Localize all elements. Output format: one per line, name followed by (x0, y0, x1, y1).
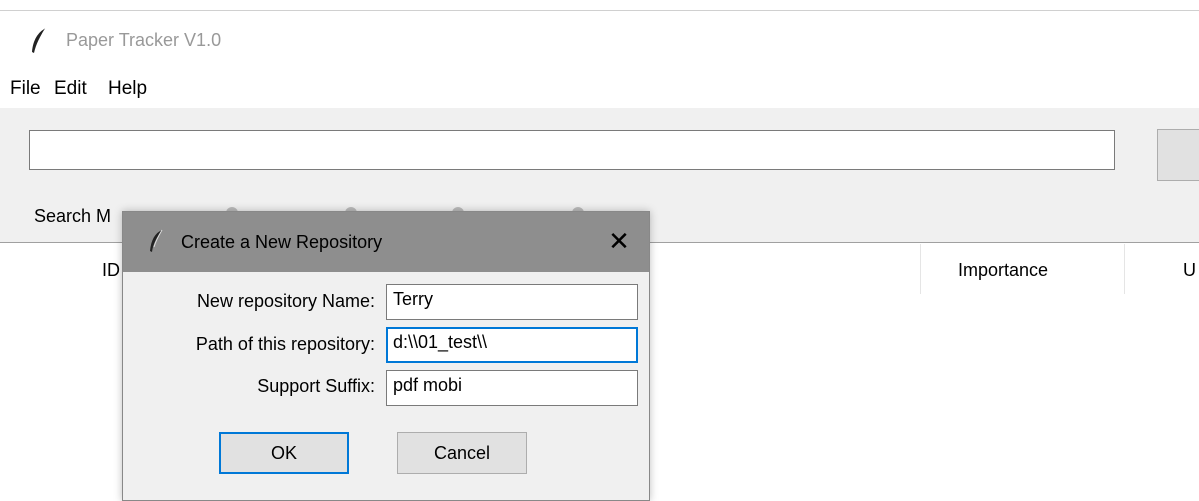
search-input[interactable] (29, 130, 1115, 170)
column-separator[interactable] (920, 244, 921, 294)
dialog-title: Create a New Repository (181, 232, 383, 252)
repo-path-field[interactable]: d:\\01_test\\ (386, 327, 638, 363)
column-header-importance[interactable]: Importance (958, 260, 1048, 281)
menu-file[interactable]: File (10, 78, 41, 100)
menu-bar (0, 70, 1199, 108)
cancel-button[interactable]: Cancel (397, 432, 527, 474)
repo-path-label: Path of this repository: (195, 334, 375, 354)
search-button[interactable] (1157, 129, 1199, 181)
repo-name-field[interactable]: Terry (386, 284, 638, 320)
search-mode-label: Search M (34, 206, 112, 226)
window-title: Paper Tracker V1.0 (66, 30, 222, 50)
column-separator[interactable] (1124, 244, 1125, 294)
create-repository-dialog: Create a New Repository ✕ New repository… (122, 211, 650, 501)
repo-name-label: New repository Name: (196, 291, 375, 311)
menu-help[interactable]: Help (108, 78, 147, 100)
ok-button[interactable]: OK (219, 432, 349, 474)
support-suffix-label: Support Suffix: (257, 376, 375, 396)
column-header-u[interactable]: U (1183, 260, 1196, 281)
feather-icon (32, 27, 47, 53)
menu-edit[interactable]: Edit (54, 78, 87, 100)
feather-icon (150, 229, 163, 252)
support-suffix-field[interactable]: pdf mobi (386, 370, 638, 406)
desktop-strip (0, 0, 1199, 11)
column-header-id[interactable]: ID (102, 260, 120, 281)
close-icon[interactable]: ✕ (601, 224, 637, 260)
